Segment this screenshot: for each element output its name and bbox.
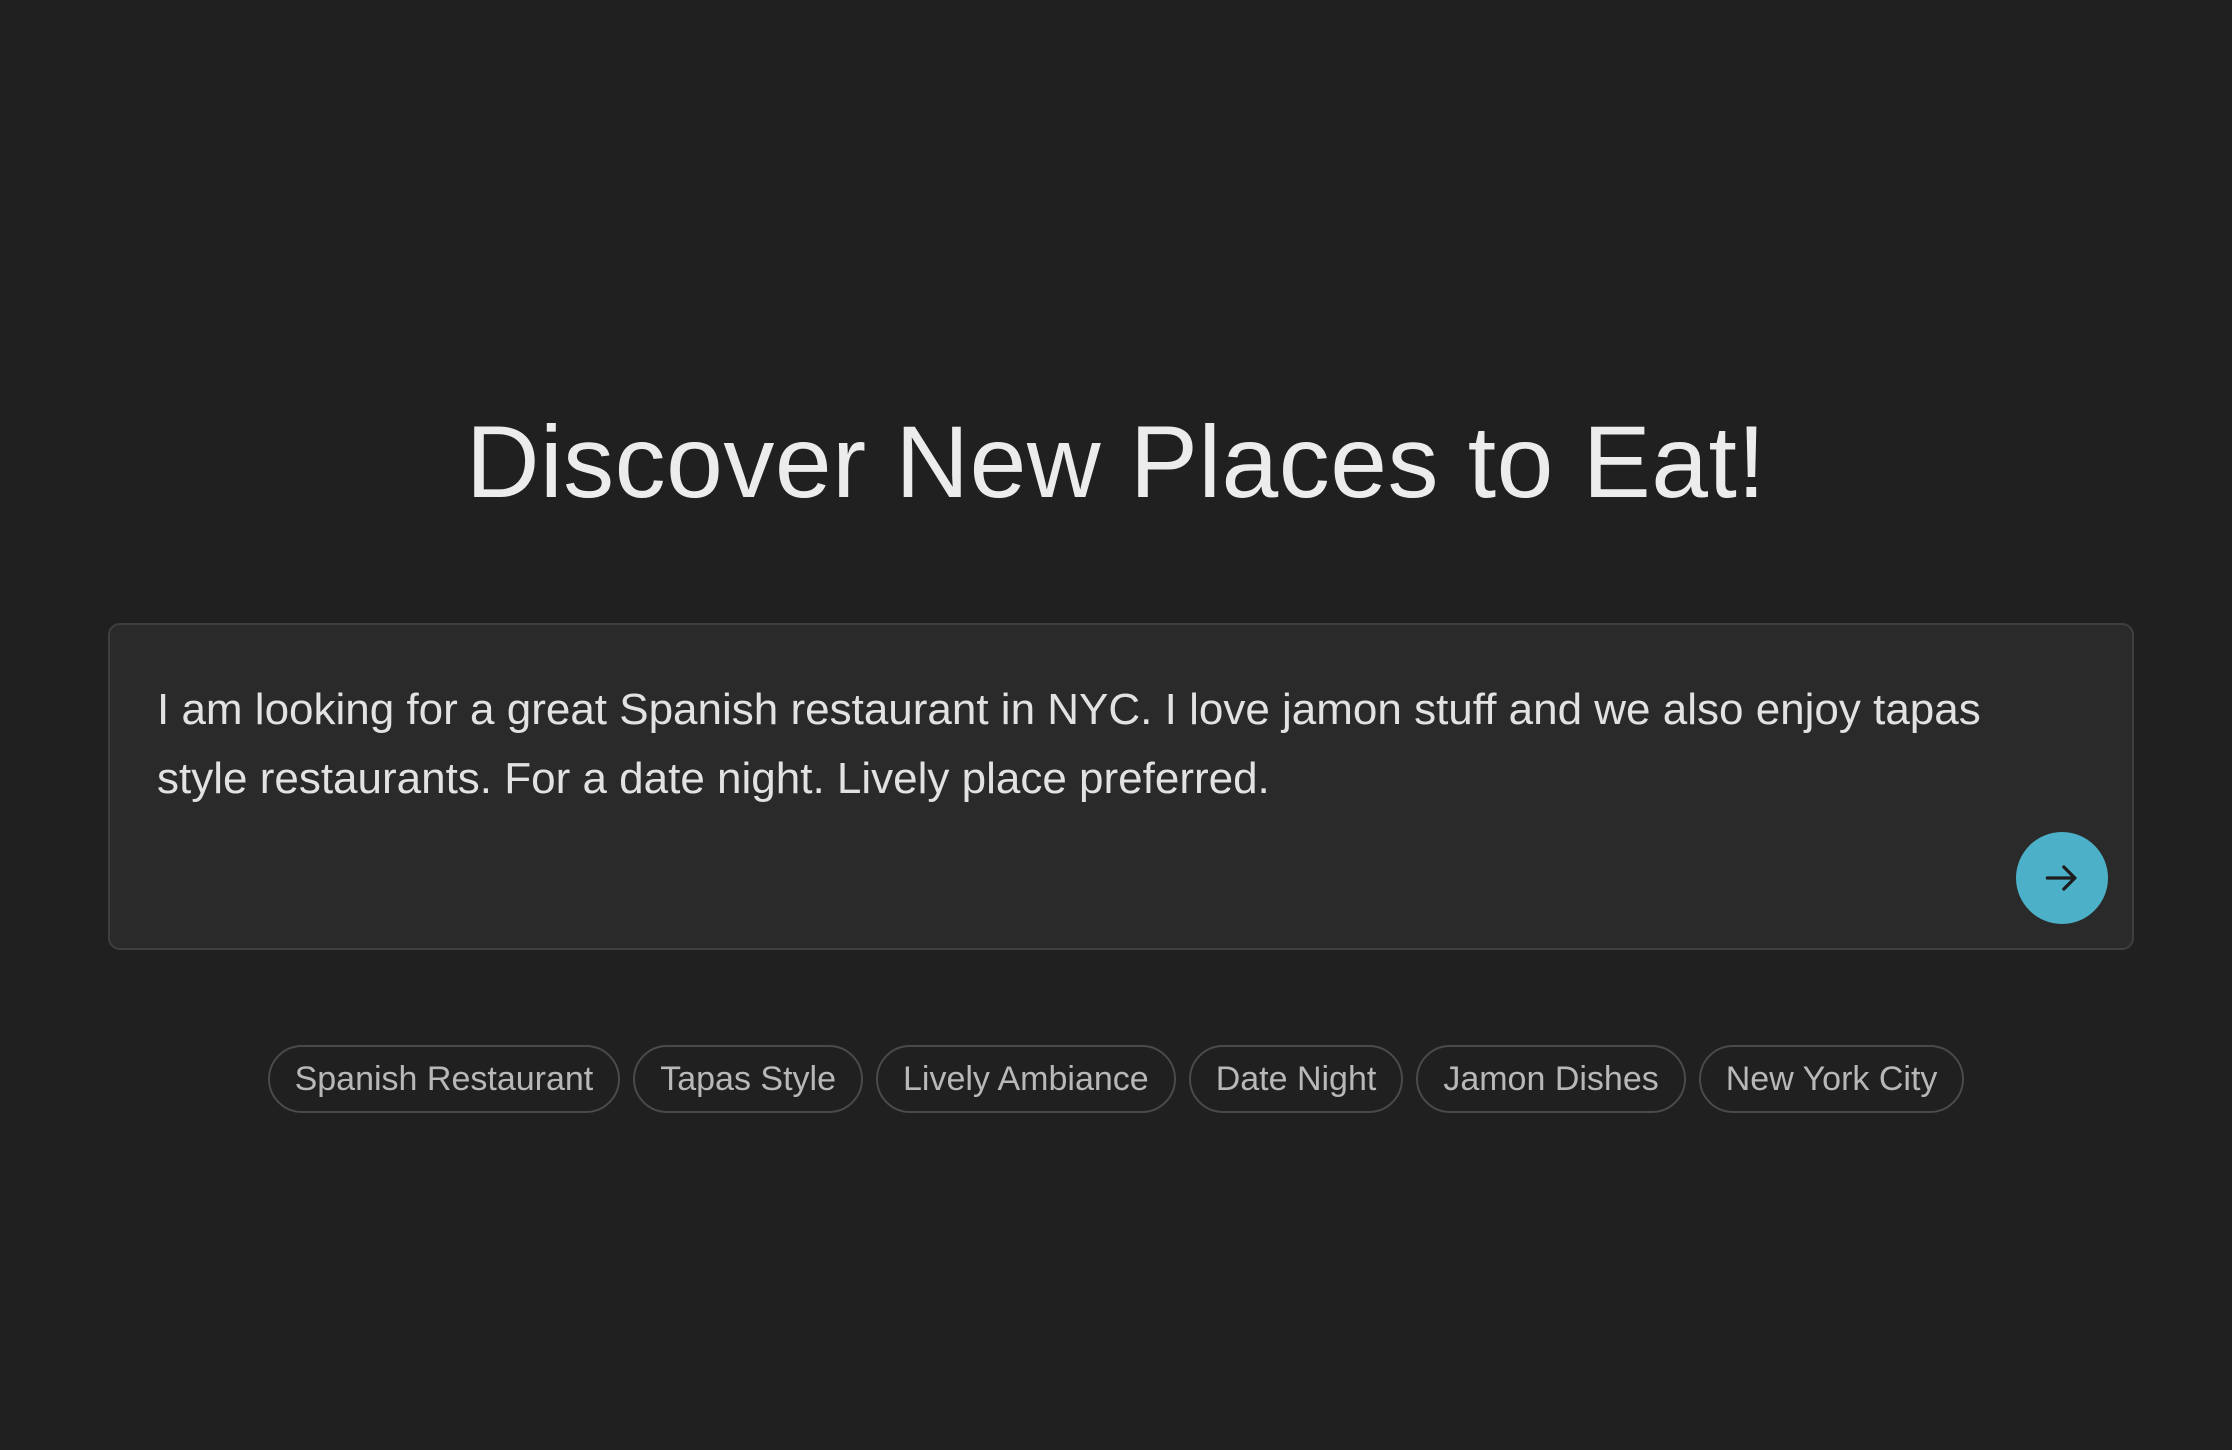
discover-page: Discover New Places to Eat! I am looking…: [0, 0, 2232, 1450]
tag-spanish-restaurant[interactable]: Spanish Restaurant: [267, 1045, 621, 1113]
submit-button[interactable]: [2016, 832, 2108, 924]
tag-tapas-style[interactable]: Tapas Style: [633, 1045, 863, 1113]
arrow-right-icon: [2045, 865, 2077, 891]
search-input[interactable]: I am looking for a great Spanish restaur…: [157, 675, 2057, 835]
tag-jamon-dishes[interactable]: Jamon Dishes: [1416, 1045, 1686, 1113]
tag-lively-ambiance[interactable]: Lively Ambiance: [876, 1045, 1176, 1113]
suggestion-tags: Spanish Restaurant Tapas Style Lively Am…: [0, 1045, 2232, 1113]
tag-new-york-city[interactable]: New York City: [1698, 1045, 1965, 1113]
tag-date-night[interactable]: Date Night: [1188, 1045, 1404, 1113]
search-box: I am looking for a great Spanish restaur…: [108, 623, 2134, 950]
page-title: Discover New Places to Eat!: [465, 405, 1767, 519]
